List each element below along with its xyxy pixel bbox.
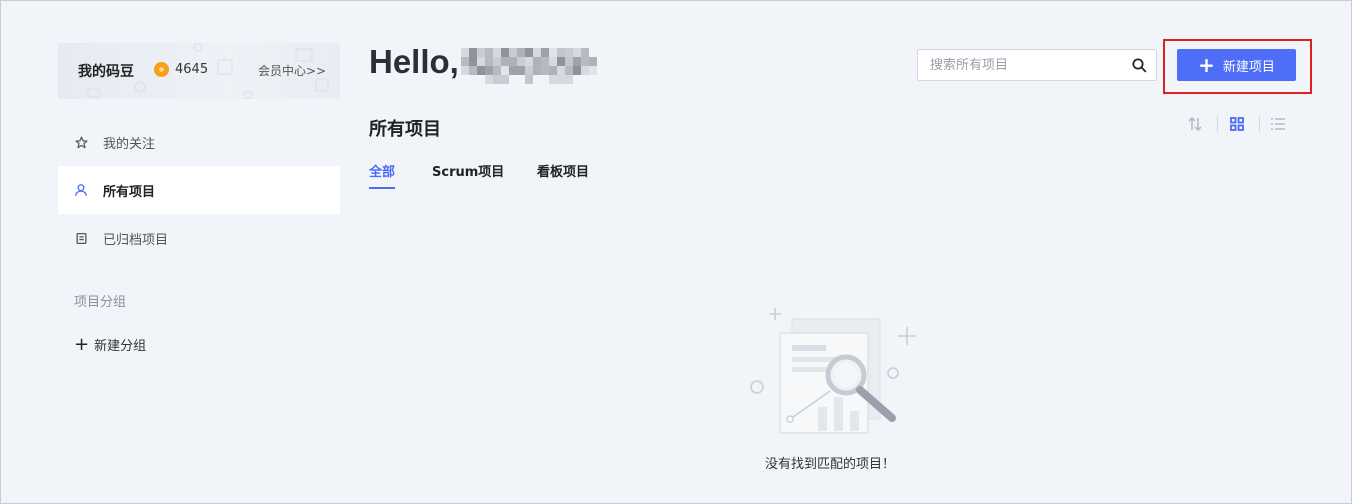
page-title: 所有项目: [369, 119, 441, 140]
redacted-username: [461, 48, 597, 84]
new-group-button[interactable]: + 新建分组: [74, 335, 146, 354]
sidebar-item-label: 所有项目: [103, 184, 156, 200]
new-project-label: 新建项目: [1222, 59, 1275, 75]
view-tools: [1187, 113, 1287, 135]
new-project-button[interactable]: + 新建项目: [1177, 49, 1296, 81]
project-group-label: 项目分组: [74, 295, 127, 310]
member-title: 我的码豆: [78, 64, 134, 80]
empty-state-illustration: [750, 308, 916, 434]
divider: [1259, 116, 1260, 132]
sidebar-item-archived[interactable]: 已归档项目: [58, 214, 340, 262]
user-icon: [74, 183, 88, 197]
sidebar-item-following[interactable]: 我的关注: [58, 118, 340, 166]
sidebar-item-label: 已归档项目: [103, 232, 169, 248]
coin-count: 4645: [175, 62, 209, 77]
sidebar-item-all-projects[interactable]: 所有项目: [58, 166, 340, 214]
greeting: Hello,: [369, 43, 459, 80]
tab-kanban[interactable]: 看板项目: [537, 161, 589, 189]
coin-icon: [154, 62, 169, 77]
star-icon: [74, 135, 88, 149]
tab-all[interactable]: 全部: [369, 161, 396, 189]
empty-message: 没有找到匹配的项目！: [764, 457, 895, 472]
plus-icon: +: [1198, 53, 1215, 77]
app-frame: 我的码豆 4645 会员中心>> 我的关注 所有项目 已归档项目 项目分组 + …: [0, 0, 1352, 504]
search-input[interactable]: [918, 50, 1123, 80]
new-group-label: 新建分组: [94, 339, 147, 354]
plus-icon: +: [74, 333, 90, 355]
divider: [1217, 116, 1218, 132]
member-card: 我的码豆 4645 会员中心>>: [58, 43, 340, 99]
sidebar-item-label: 我的关注: [103, 136, 156, 152]
search-icon[interactable]: [1131, 57, 1147, 73]
tab-scrum[interactable]: Scrum项目: [432, 161, 504, 189]
archive-icon: [74, 231, 88, 245]
grid-view-icon[interactable]: [1229, 116, 1245, 132]
search-box: [917, 49, 1157, 81]
member-center-link[interactable]: 会员中心>>: [258, 62, 326, 79]
sort-icon[interactable]: [1187, 116, 1203, 132]
list-view-icon[interactable]: [1270, 116, 1286, 132]
